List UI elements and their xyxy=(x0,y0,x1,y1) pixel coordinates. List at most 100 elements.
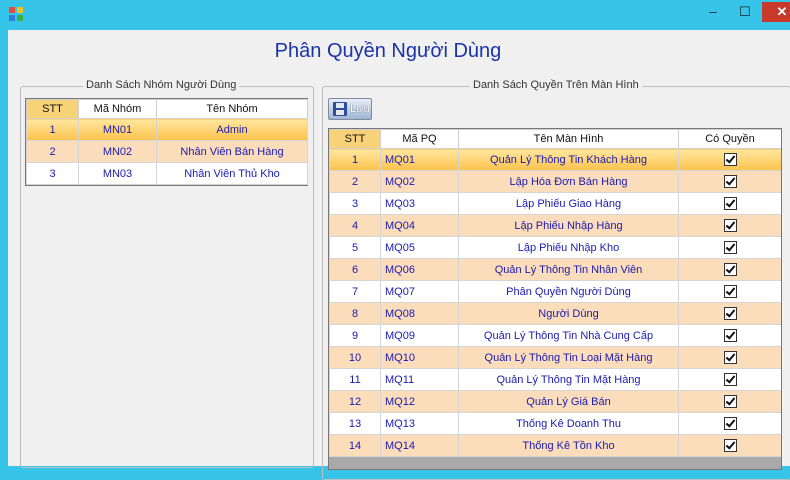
stt-cell[interactable]: 1 xyxy=(329,148,381,171)
stt-cell[interactable]: 2 xyxy=(26,140,79,163)
permission-checkbox[interactable] xyxy=(723,417,737,430)
co-quyen-cell[interactable] xyxy=(678,280,781,303)
stt-cell[interactable]: 3 xyxy=(329,192,381,215)
table-row[interactable]: 3 MN03 Nhân Viên Thủ Kho xyxy=(26,162,308,185)
ma-pq-cell[interactable]: MQ08 xyxy=(380,302,459,325)
permission-checkbox[interactable] xyxy=(723,197,737,210)
table-row[interactable]: 9 MQ09 Quản Lý Thông Tin Nhà Cung Cấp xyxy=(329,324,781,347)
groups-header-0[interactable]: STT xyxy=(26,99,79,119)
groups-header-1[interactable]: Mã Nhóm xyxy=(78,99,157,119)
ten-nhom-cell[interactable]: Nhân Viên Thủ Kho xyxy=(156,162,308,185)
table-row[interactable]: 4 MQ04 Lập Phiếu Nhập Hàng xyxy=(329,214,781,237)
ma-pq-cell[interactable]: MQ04 xyxy=(380,214,459,237)
stt-cell[interactable]: 13 xyxy=(329,412,381,435)
ma-pq-cell[interactable]: MQ11 xyxy=(380,368,459,391)
table-row[interactable]: 1 MQ01 Quản Lý Thông Tin Khách Hàng xyxy=(329,148,781,171)
co-quyen-cell[interactable] xyxy=(678,412,781,435)
co-quyen-cell[interactable] xyxy=(678,346,781,369)
perm-header-0[interactable]: STT xyxy=(329,129,381,149)
table-row[interactable]: 11 MQ11 Quản Lý Thông Tin Mặt Hàng xyxy=(329,368,781,391)
permission-checkbox[interactable] xyxy=(723,153,737,166)
ten-man-hinh-cell[interactable]: Người Dùng xyxy=(458,302,679,325)
co-quyen-cell[interactable] xyxy=(678,214,781,237)
stt-cell[interactable]: 10 xyxy=(329,346,381,369)
stt-cell[interactable]: 1 xyxy=(26,118,79,141)
table-row[interactable]: 13 MQ13 Thống Kê Doanh Thu xyxy=(329,412,781,435)
ten-man-hinh-cell[interactable]: Lập Hóa Đơn Bán Hàng xyxy=(458,170,679,193)
ten-man-hinh-cell[interactable]: Quản Lý Thông Tin Nhà Cung Cấp xyxy=(458,324,679,347)
ma-pq-cell[interactable]: MQ13 xyxy=(380,412,459,435)
ma-pq-cell[interactable]: MQ06 xyxy=(380,258,459,281)
ma-pq-cell[interactable]: MQ12 xyxy=(380,390,459,413)
table-row[interactable]: 8 MQ08 Người Dùng xyxy=(329,302,781,325)
co-quyen-cell[interactable] xyxy=(678,236,781,259)
stt-cell[interactable]: 7 xyxy=(329,280,381,303)
table-row[interactable]: 2 MN02 Nhân Viên Bán Hàng xyxy=(26,140,308,163)
stt-cell[interactable]: 2 xyxy=(329,170,381,193)
co-quyen-cell[interactable] xyxy=(678,258,781,281)
ten-man-hinh-cell[interactable]: Quản Lý Thông Tin Mặt Hàng xyxy=(458,368,679,391)
groups-grid[interactable]: STT Mã Nhóm Tên Nhóm 1 MN01 Admin 2 MN02 Nhân V… xyxy=(25,98,308,186)
table-row[interactable]: 3 MQ03 Lập Phiếu Giao Hàng xyxy=(329,192,781,215)
stt-cell[interactable]: 6 xyxy=(329,258,381,281)
co-quyen-cell[interactable] xyxy=(678,302,781,325)
permission-checkbox[interactable] xyxy=(723,241,737,254)
ma-pq-cell[interactable]: MQ10 xyxy=(380,346,459,369)
stt-cell[interactable]: 8 xyxy=(329,302,381,325)
perm-header-3[interactable]: Có Quyền xyxy=(678,129,781,149)
table-row[interactable]: 6 MQ06 Quản Lý Thông Tin Nhân Viên xyxy=(329,258,781,281)
co-quyen-cell[interactable] xyxy=(678,192,781,215)
permission-checkbox[interactable] xyxy=(723,285,737,298)
stt-cell[interactable]: 5 xyxy=(329,236,381,259)
ten-man-hinh-cell[interactable]: Lập Phiếu Giao Hàng xyxy=(458,192,679,215)
stt-cell[interactable]: 9 xyxy=(329,324,381,347)
table-row[interactable]: 2 MQ02 Lập Hóa Đơn Bán Hàng xyxy=(329,170,781,193)
ma-pq-cell[interactable]: MQ09 xyxy=(380,324,459,347)
permission-checkbox[interactable] xyxy=(723,395,737,408)
permission-checkbox[interactable] xyxy=(723,307,737,320)
ma-pq-cell[interactable]: MQ07 xyxy=(380,280,459,303)
ma-pq-cell[interactable]: MQ14 xyxy=(380,434,459,457)
ten-man-hinh-cell[interactable]: Lập Phiếu Nhập Hàng xyxy=(458,214,679,237)
minimize-button[interactable]: – xyxy=(698,2,728,22)
permission-checkbox[interactable] xyxy=(723,219,737,232)
save-button[interactable]: Lưu xyxy=(328,98,372,120)
ten-nhom-cell[interactable]: Admin xyxy=(156,118,308,141)
co-quyen-cell[interactable] xyxy=(678,324,781,347)
ma-pq-cell[interactable]: MQ02 xyxy=(380,170,459,193)
perm-header-2[interactable]: Tên Màn Hình xyxy=(458,129,679,149)
stt-cell[interactable]: 3 xyxy=(26,162,79,185)
ten-man-hinh-cell[interactable]: Thống Kê Doanh Thu xyxy=(458,412,679,435)
ten-man-hinh-cell[interactable]: Quản Lý Thông Tin Loại Mặt Hàng xyxy=(458,346,679,369)
stt-cell[interactable]: 11 xyxy=(329,368,381,391)
maximize-button[interactable]: ☐ xyxy=(730,2,760,22)
permission-checkbox[interactable] xyxy=(723,373,737,386)
permission-checkbox[interactable] xyxy=(723,329,737,342)
close-button[interactable]: ✕ xyxy=(762,2,790,22)
co-quyen-cell[interactable] xyxy=(678,170,781,193)
table-row[interactable]: 10 MQ10 Quản Lý Thông Tin Loại Mặt Hàng xyxy=(329,346,781,369)
ma-nhom-cell[interactable]: MN01 xyxy=(78,118,157,141)
co-quyen-cell[interactable] xyxy=(678,434,781,457)
ma-pq-cell[interactable]: MQ01 xyxy=(380,148,459,171)
ten-man-hinh-cell[interactable]: Thống Kê Tồn Kho xyxy=(458,434,679,457)
co-quyen-cell[interactable] xyxy=(678,390,781,413)
table-row[interactable]: 12 MQ12 Quản Lý Giá Bán xyxy=(329,390,781,413)
ma-nhom-cell[interactable]: MN03 xyxy=(78,162,157,185)
ten-man-hinh-cell[interactable]: Quản Lý Thông Tin Nhân Viên xyxy=(458,258,679,281)
stt-cell[interactable]: 14 xyxy=(329,434,381,457)
ten-man-hinh-cell[interactable]: Phân Quyền Người Dùng xyxy=(458,280,679,303)
permission-checkbox[interactable] xyxy=(723,175,737,188)
ma-nhom-cell[interactable]: MN02 xyxy=(78,140,157,163)
permissions-grid[interactable]: STT Mã PQ Tên Màn Hình Có Quyền 1 MQ01 Quản L… xyxy=(328,128,782,470)
ma-pq-cell[interactable]: MQ03 xyxy=(380,192,459,215)
table-row[interactable]: 1 MN01 Admin xyxy=(26,118,308,141)
co-quyen-cell[interactable] xyxy=(678,148,781,171)
ten-man-hinh-cell[interactable]: Quản Lý Giá Bán xyxy=(458,390,679,413)
ten-man-hinh-cell[interactable]: Quản Lý Thông Tin Khách Hàng xyxy=(458,148,679,171)
perm-header-1[interactable]: Mã PQ xyxy=(380,129,459,149)
ma-pq-cell[interactable]: MQ05 xyxy=(380,236,459,259)
co-quyen-cell[interactable] xyxy=(678,368,781,391)
permission-checkbox[interactable] xyxy=(723,439,737,452)
permission-checkbox[interactable] xyxy=(723,263,737,276)
